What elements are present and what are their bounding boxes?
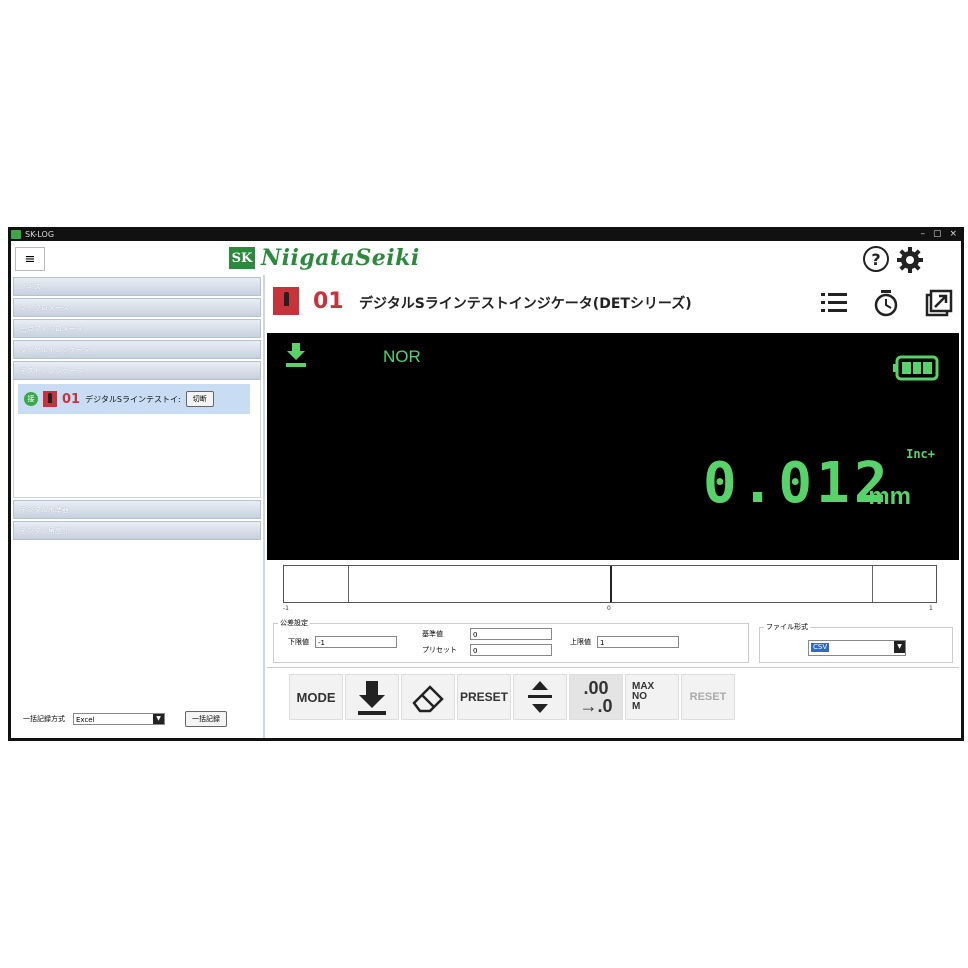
gear-icon[interactable] xyxy=(895,245,925,275)
gauge-mid-label: 0 xyxy=(607,605,611,612)
export-icon[interactable] xyxy=(923,289,953,317)
file-format-legend: ファイル形式 xyxy=(764,622,810,632)
batch-record-button[interactable]: 一括記録 xyxy=(185,711,227,727)
menu-button[interactable]: ≡ xyxy=(15,247,45,271)
resolution-button[interactable]: .00 →.0 xyxy=(569,674,623,720)
eraser-icon xyxy=(412,685,444,713)
battery-icon xyxy=(893,355,939,381)
gauge-tick xyxy=(348,566,349,602)
device-header: 01 デジタルSラインテストインジケータ(DETシリーズ) xyxy=(265,281,961,317)
mode-button[interactable]: MODE xyxy=(289,674,343,720)
disconnect-button[interactable]: 切断 xyxy=(185,391,214,407)
clear-button[interactable] xyxy=(401,674,455,720)
section-label: 三点マイクロメータ xyxy=(20,324,83,333)
chevron-down-icon: ▼ xyxy=(153,714,164,724)
logo: SK NiigataSeiki xyxy=(229,245,420,271)
gauge-min-label: -1 xyxy=(283,605,289,612)
up-down-arrows-icon xyxy=(528,681,552,713)
lower-limit-field[interactable]: -1 xyxy=(315,636,397,648)
logo-text: NiigataSeiki xyxy=(261,245,420,271)
help-icon[interactable]: ? xyxy=(863,246,889,272)
sidebar-section-calipers[interactable]: ノギス xyxy=(13,277,261,296)
gauge-tick xyxy=(872,566,873,602)
timer-icon[interactable] xyxy=(871,289,901,317)
preset-field[interactable]: 0 xyxy=(470,644,552,656)
record-button[interactable] xyxy=(345,674,399,720)
section-label: マイクロメータ xyxy=(20,303,69,312)
base-value-label: 基準値 xyxy=(422,630,443,638)
probe-icon xyxy=(273,287,299,315)
sidebar: ノギス マイクロメータ 三点マイクロメータ ダイヤルインジケータ テストインジケ… xyxy=(11,275,265,738)
batch-record-label: 一括記録方式 xyxy=(23,715,65,723)
chevron-down-icon: ▼ xyxy=(894,641,905,653)
probe-icon xyxy=(43,391,57,407)
device-list-item[interactable]: 接 01 デジタルSラインテストイ: 切断 xyxy=(18,384,250,414)
title-bar: SK-LOG – ▢ × xyxy=(11,227,961,241)
sidebar-section-three-point-micrometer[interactable]: 三点マイクロメータ xyxy=(13,319,261,338)
device-number: 01 xyxy=(62,391,81,407)
device-title: デジタルSラインテストインジケータ(DETシリーズ) xyxy=(359,296,692,312)
batch-record-select[interactable]: Excel ▼ xyxy=(73,713,165,725)
lower-limit-label: 下限値 xyxy=(288,638,309,646)
measurement-unit: mm xyxy=(868,483,911,510)
sidebar-section-dial-indicator[interactable]: ダイヤルインジケータ xyxy=(13,340,261,359)
command-toolbar: MODE PRESET .00 →.0 MAX NO M RESET xyxy=(267,667,959,738)
max-nom-line-3: M xyxy=(632,701,641,712)
resolution-bottom: →.0 xyxy=(579,696,613,716)
upper-limit-label: 上限値 xyxy=(570,638,591,646)
sidebar-section-test-indicator[interactable]: テストインジケータ xyxy=(13,361,261,380)
file-format-select[interactable]: CSV ▼ xyxy=(808,640,906,656)
direction-button[interactable] xyxy=(513,674,567,720)
record-download-icon xyxy=(286,343,306,367)
gauge-center-line xyxy=(610,566,612,602)
max-nom-button[interactable]: MAX NO M xyxy=(625,674,679,720)
measurement-display: NOR Inc+ 0.012 mm xyxy=(267,333,959,560)
file-format-settings: ファイル形式 CSV ▼ xyxy=(759,622,953,663)
app-header: ≡ SK NiigataSeiki ? xyxy=(11,241,961,275)
app-icon xyxy=(11,229,21,239)
maximize-button[interactable]: ▢ xyxy=(933,229,942,239)
direction-indicator: Inc+ xyxy=(906,447,935,461)
tolerance-gauge xyxy=(283,565,937,603)
test-indicator-panel: 接 01 デジタルSラインテストイ: 切断 xyxy=(13,380,261,498)
section-label: テストインジケータ xyxy=(20,366,83,375)
hamburger-icon: ≡ xyxy=(24,251,36,267)
main-panel: 01 デジタルSラインテストインジケータ(DETシリーズ) NOR Inc+ 0… xyxy=(265,275,961,738)
download-arrow-icon xyxy=(358,681,386,715)
tolerance-settings: 公差設定 下限値 -1 基準値 0 プリセット 0 上限値 1 xyxy=(273,618,749,663)
window-title: SK-LOG xyxy=(25,229,55,239)
preset-button[interactable]: PRESET xyxy=(457,674,511,720)
section-label: デジタル角度計 xyxy=(20,526,69,535)
list-icon[interactable] xyxy=(819,289,849,317)
section-label: デジタル水準器 xyxy=(20,505,69,514)
tolerance-legend: 公差設定 xyxy=(278,618,310,628)
batch-record-bar: 一括記録方式 Excel ▼ 一括記録 xyxy=(11,708,263,730)
logo-mark: SK xyxy=(229,247,255,269)
minimize-button[interactable]: – xyxy=(920,229,925,239)
close-button[interactable]: × xyxy=(949,229,957,239)
sidebar-section-digital-protractor[interactable]: デジタル角度計 xyxy=(13,521,261,540)
upper-limit-field[interactable]: 1 xyxy=(597,636,679,648)
mode-indicator: NOR xyxy=(383,347,421,366)
file-format-value: CSV xyxy=(811,643,830,652)
device-number: 01 xyxy=(313,289,344,314)
gauge-max-label: 1 xyxy=(929,605,933,612)
connected-icon: 接 xyxy=(24,392,38,406)
section-label: ノギス xyxy=(20,282,41,291)
app-window: SK-LOG – ▢ × ≡ SK NiigataSeiki ? ノギス マイク… xyxy=(8,227,964,741)
sidebar-section-micrometer[interactable]: マイクロメータ xyxy=(13,298,261,317)
reset-button[interactable]: RESET xyxy=(681,674,735,720)
batch-record-select-value: Excel xyxy=(76,716,95,724)
sidebar-section-digital-level[interactable]: デジタル水準器 xyxy=(13,500,261,519)
measurement-reading: 0.012 xyxy=(703,451,892,516)
resolution-top: .00 xyxy=(583,678,609,698)
preset-label: プリセット xyxy=(422,646,457,654)
section-label: ダイヤルインジケータ xyxy=(20,345,90,354)
device-name: デジタルSラインテストイ: xyxy=(85,394,181,404)
base-value-field[interactable]: 0 xyxy=(470,628,552,640)
